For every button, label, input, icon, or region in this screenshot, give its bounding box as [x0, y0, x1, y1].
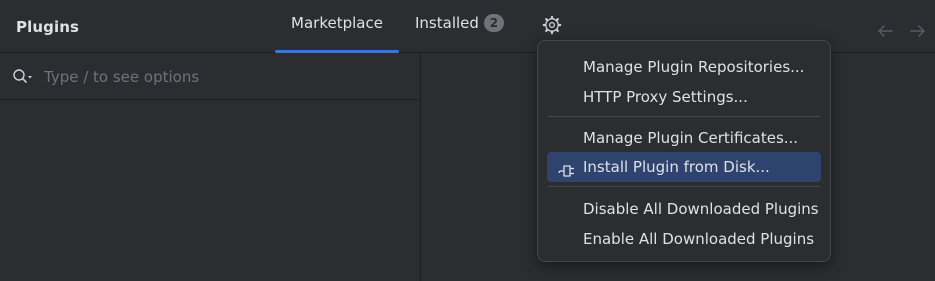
page-title: Plugins — [16, 18, 79, 36]
search-icon[interactable] — [12, 68, 34, 86]
tab-installed[interactable]: Installed 2 — [415, 14, 505, 52]
plugins-settings-menu: Manage Plugin Repositories... HTTP Proxy… — [537, 40, 831, 262]
arrow-right-icon[interactable] — [909, 22, 927, 40]
menu-item-manage-certificates[interactable]: Manage Plugin Certificates... — [547, 123, 821, 153]
menu-item-label: Install Plugin from Disk... — [583, 158, 770, 176]
search-input[interactable] — [44, 66, 404, 88]
plugin-plug-icon — [557, 159, 575, 177]
menu-item-label: HTTP Proxy Settings... — [583, 88, 748, 106]
menu-item-disable-all-downloaded[interactable]: Disable All Downloaded Plugins — [547, 194, 821, 224]
menu-item-install-from-disk[interactable]: Install Plugin from Disk... — [547, 152, 821, 182]
menu-item-manage-repositories[interactable]: Manage Plugin Repositories... — [547, 52, 821, 82]
menu-item-label: Manage Plugin Certificates... — [583, 129, 799, 147]
tab-marketplace-label: Marketplace — [291, 14, 383, 32]
plugin-list-panel — [0, 53, 421, 281]
plugins-settings-page: Plugins Marketplace Installed 2 Type / t… — [0, 0, 935, 281]
menu-item-enable-all-downloaded[interactable]: Enable All Downloaded Plugins — [547, 224, 821, 254]
menu-item-label: Disable All Downloaded Plugins — [583, 200, 819, 218]
arrow-left-icon[interactable] — [876, 22, 894, 40]
menu-item-http-proxy[interactable]: HTTP Proxy Settings... — [547, 82, 821, 112]
gear-icon[interactable] — [542, 15, 562, 35]
tab-installed-label: Installed — [415, 14, 479, 32]
menu-separator — [548, 116, 820, 117]
menu-separator — [548, 186, 820, 187]
menu-item-label: Enable All Downloaded Plugins — [583, 230, 815, 248]
installed-count-badge: 2 — [483, 14, 504, 32]
menu-item-label: Manage Plugin Repositories... — [583, 58, 805, 76]
tab-marketplace[interactable]: Marketplace — [275, 14, 399, 53]
search-bar — [0, 53, 420, 100]
